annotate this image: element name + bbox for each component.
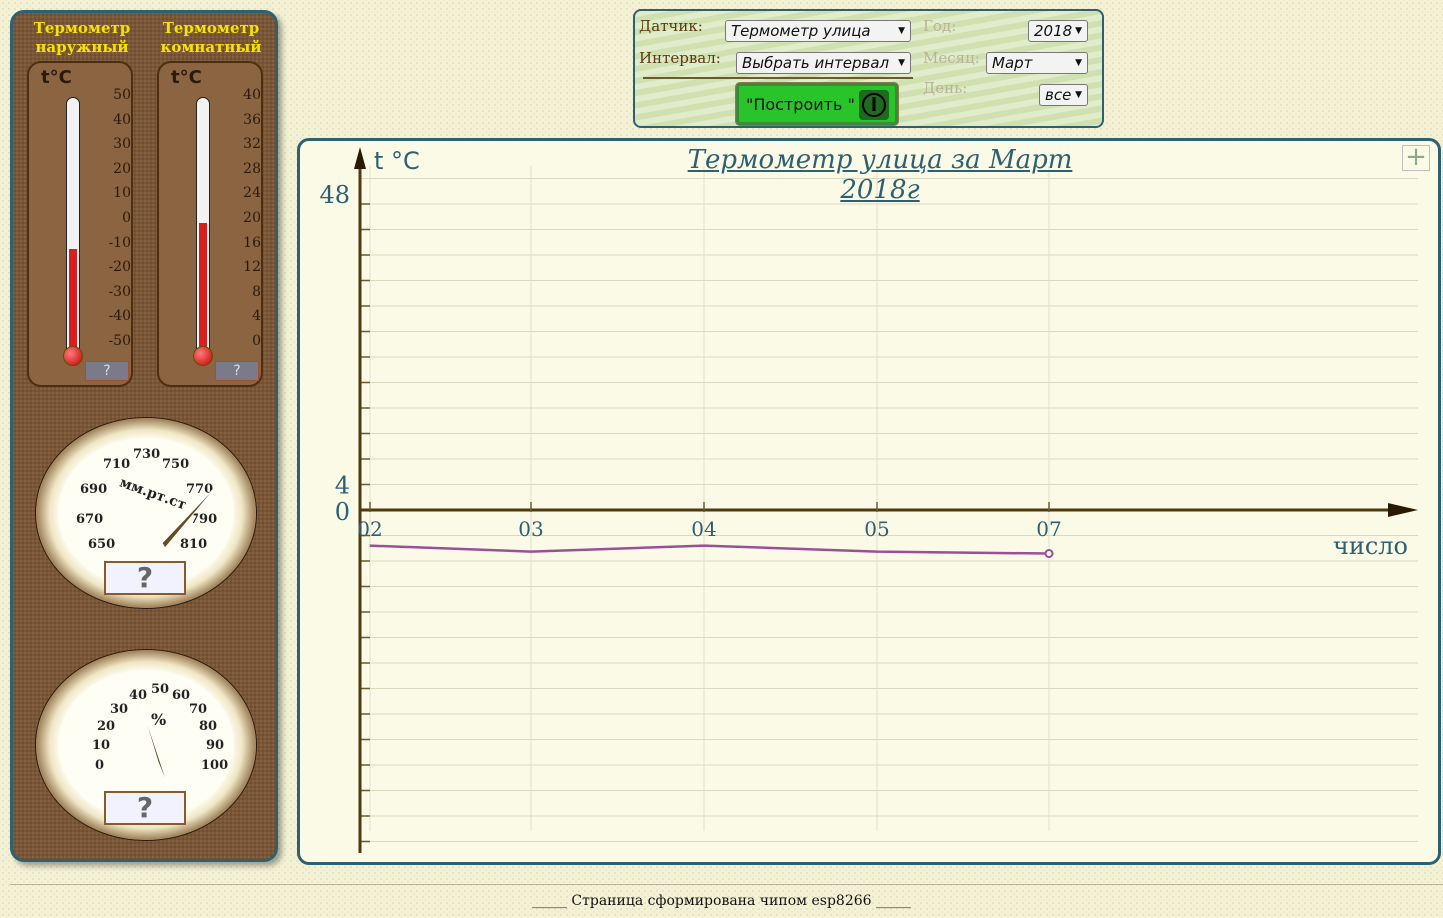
outdoor-tick-label: 40 <box>113 111 131 128</box>
barometer-gauge: 650 670 690 710 730 750 770 790 810 мм.р… <box>36 418 256 608</box>
outdoor-tick-label: -30 <box>108 283 131 300</box>
barometer-value: ? <box>104 561 186 595</box>
x-tick-label: 04 <box>691 517 716 541</box>
outdoor-tick-label: 30 <box>113 136 131 153</box>
month-label: Месяц: <box>923 49 980 67</box>
day-select-value: все <box>1045 86 1072 104</box>
outdoor-thermometer: t°C 50 40 30 20 10 0 -10 -20 -30 -40 -50 ? <box>27 61 133 387</box>
y-tick-label: 4 <box>335 472 350 500</box>
hygrometer-gauge: 0 10 20 30 40 50 60 70 80 90 100 % ? <box>36 650 256 840</box>
sensor-select-value: Термометр улица <box>731 22 871 40</box>
indoor-tick-label: 40 <box>243 87 261 103</box>
dropdown-arrow-icon: ▼ <box>1075 26 1082 36</box>
indoor-tick-label: 4 <box>252 308 261 325</box>
interval-select[interactable]: Выбрать интервал ▼ <box>736 52 911 74</box>
outdoor-tick-label: 20 <box>113 160 131 177</box>
outdoor-tick-label: 50 <box>113 87 131 103</box>
sensor-label: Датчик: <box>639 17 703 35</box>
outdoor-tick-label: -50 <box>108 333 131 349</box>
outdoor-tick-label: -40 <box>108 308 131 325</box>
indoor-thermometer-title: Термометр комнатный <box>160 19 262 56</box>
outdoor-unit-label: t°C <box>41 67 72 88</box>
indoor-tick-label: 8 <box>252 283 261 300</box>
indoor-value: ? <box>215 361 259 381</box>
indoor-tick-label: 24 <box>243 185 261 202</box>
expand-button[interactable]: + <box>1402 144 1430 171</box>
month-select-value: Март <box>992 54 1033 72</box>
divider <box>643 77 913 79</box>
sensor-sidebar: Термометр наружный Термометр комнатный t… <box>10 10 278 862</box>
x-axis-arrow-icon <box>1388 503 1418 517</box>
month-select[interactable]: Март ▼ <box>986 52 1088 74</box>
outdoor-tick-label: 10 <box>113 185 131 202</box>
dropdown-arrow-icon: ▼ <box>1075 58 1082 68</box>
y-axis-label: t °C <box>374 147 420 175</box>
build-button[interactable]: "Построить " <box>736 83 898 125</box>
dropdown-arrow-icon: ▼ <box>1075 90 1082 100</box>
chart-title: Термометр улица за Март 2018г <box>687 145 1073 205</box>
x-tick-label: 05 <box>864 517 889 541</box>
day-select[interactable]: все ▼ <box>1039 84 1088 106</box>
x-tick-label: 03 <box>518 517 543 541</box>
outdoor-tick-label: -10 <box>108 234 131 251</box>
indoor-tick-label: 28 <box>243 160 261 177</box>
x-tick-label: 02 <box>357 517 382 541</box>
dropdown-arrow-icon: ▼ <box>898 26 905 36</box>
hygrometer-value: ? <box>104 791 186 825</box>
outdoor-tick-label: -20 <box>108 259 131 276</box>
outdoor-thermometer-title: Термометр наружный <box>33 19 131 56</box>
x-axis-label: число <box>1333 532 1408 560</box>
interval-select-value: Выбрать интервал <box>742 54 890 72</box>
temperature-line <box>369 544 1050 555</box>
chart-panel: t °C 48 4 0 02 03 04 05 07 число Термометр улица … <box>297 138 1441 865</box>
outdoor-thermometer-tube <box>66 97 80 359</box>
build-button-label: "Построить " <box>746 95 855 114</box>
footer-text: _____ Страница сформирована чипом esp826… <box>531 893 912 909</box>
indoor-tick-label: 0 <box>252 333 261 349</box>
y-tick-label: 0 <box>335 498 350 526</box>
indoor-tick-label: 20 <box>243 210 261 226</box>
outdoor-bulb-icon <box>63 346 83 366</box>
dropdown-arrow-icon: ▼ <box>898 58 905 68</box>
indoor-tick-label: 12 <box>243 259 261 276</box>
day-label: День: <box>923 79 968 97</box>
year-label: Год: <box>923 17 957 35</box>
indoor-tick-label: 16 <box>243 234 261 251</box>
indoor-mercury-fill <box>199 222 207 358</box>
y-tick-label: 48 <box>319 181 350 209</box>
outdoor-tick-label: 0 <box>122 210 131 226</box>
data-point <box>1044 549 1054 559</box>
power-icon <box>859 90 889 120</box>
indoor-tick-label: 32 <box>243 136 261 153</box>
x-tick-label: 07 <box>1036 517 1061 541</box>
indoor-thermometer: t°C 40 36 32 28 24 20 16 12 8 4 0 ? <box>157 61 263 387</box>
outdoor-value: ? <box>85 361 129 381</box>
indoor-bulb-icon <box>193 346 213 366</box>
indoor-tick-label: 36 <box>243 111 261 128</box>
sensor-select[interactable]: Термометр улица ▼ <box>725 20 911 42</box>
year-select-value: 2018 <box>1034 22 1073 40</box>
interval-label: Интервал: <box>639 49 721 67</box>
indoor-thermometer-tube <box>196 97 210 359</box>
outdoor-mercury-fill <box>69 248 77 358</box>
footer-divider <box>10 884 1443 885</box>
y-axis-arrow-icon <box>354 147 366 169</box>
temperature-chart: t °C 48 40 02 03 04 05 07 число <box>319 147 1418 853</box>
year-select[interactable]: 2018 ▼ <box>1028 20 1088 42</box>
chart-controls: Датчик: Термометр улица ▼ Интервал: Выбр… <box>633 9 1104 128</box>
indoor-unit-label: t°C <box>171 67 202 88</box>
